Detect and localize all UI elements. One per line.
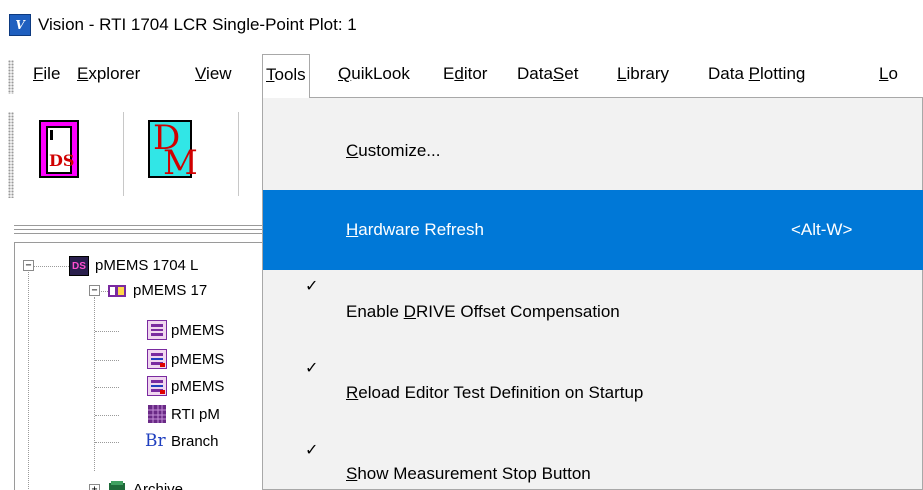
menu-editor[interactable]: Editor	[443, 64, 487, 84]
vision-app-icon[interactable]: V	[9, 14, 31, 36]
menu-item-hardware-refresh[interactable]: Hardware Refresh <Alt-W>	[263, 190, 923, 270]
measure-task-icon	[147, 320, 167, 340]
tree-item-label[interactable]: Branch	[171, 433, 219, 450]
hardware-refresh-shortcut: <Alt-W>	[791, 220, 853, 239]
tree-expand-toggle[interactable]: +	[89, 484, 100, 490]
checkmark-icon: ✓	[305, 278, 319, 295]
menu-explorer[interactable]: Explorer	[77, 64, 140, 84]
menu-tools[interactable]: Tools	[262, 54, 310, 98]
data-manager-button-icon[interactable]: D M	[148, 120, 198, 180]
title-bar[interactable]: V Vision - RTI 1704 LCR Single-Point Plo…	[0, 0, 923, 48]
tree-item-label[interactable]: pMEMS	[171, 322, 224, 339]
tree-item-label[interactable]: pMEMS 1704 L	[95, 257, 198, 274]
tree-item-label[interactable]: pMEMS 17	[133, 282, 207, 299]
tree-guide-line	[95, 387, 119, 388]
tree-guide-line	[94, 297, 95, 471]
dm-icon-bottom-letter: M	[163, 143, 198, 183]
menu-dataset[interactable]: DataSet	[517, 64, 578, 84]
ds-icon-label: DS	[49, 151, 75, 170]
tree-collapse-toggle[interactable]: −	[23, 260, 34, 271]
menu-view[interactable]: View	[195, 64, 232, 84]
tools-dropdown-menu: Customize... Hardware Refresh <Alt-W> ✓ …	[262, 97, 923, 490]
measure-task-icon	[147, 349, 167, 369]
toolbar: DS D M	[0, 98, 270, 210]
measure-task-icon	[147, 376, 167, 396]
tree-guide-line	[95, 415, 119, 416]
menu-item-customize[interactable]: Customize...	[263, 114, 923, 186]
dataset-button-icon[interactable]: DS	[39, 120, 79, 178]
checkmark-icon: ✓	[305, 360, 319, 377]
menu-item-show-stop-button[interactable]: ✓ Show Measurement Stop Button	[263, 432, 923, 490]
menu-log[interactable]: Lo	[879, 64, 898, 84]
tree-item-label[interactable]: Archive	[133, 481, 183, 490]
menu-item-enable-drive-offset[interactable]: ✓ Enable DRIVE Offset Compensation	[263, 270, 923, 342]
toolbar-grip[interactable]	[8, 112, 14, 198]
window-title: Vision - RTI 1704 LCR Single-Point Plot:…	[38, 15, 357, 34]
menu-library[interactable]: Library	[617, 64, 669, 84]
menu-data-plotting[interactable]: Data Plotting	[708, 64, 805, 84]
pane-splitter[interactable]	[0, 222, 270, 236]
menu-file[interactable]: File	[33, 64, 60, 84]
tree-item-label[interactable]: RTI pM	[171, 406, 220, 423]
tree-guide-line	[95, 360, 119, 361]
tree-collapse-toggle[interactable]: −	[89, 285, 100, 296]
explorer-tree[interactable]: − DS pMEMS 1704 L − pMEMS 17 pMEMS pMEMS…	[14, 242, 266, 490]
tree-item-label[interactable]: pMEMS	[171, 378, 224, 395]
menu-bar: File Explorer View Tools QuikLook Editor…	[0, 54, 923, 98]
menu-bar-grip[interactable]	[8, 60, 14, 94]
test-folder-icon	[107, 281, 127, 301]
tree-guide-line	[95, 331, 119, 332]
tree-item-label[interactable]: pMEMS	[171, 351, 224, 368]
dataset-icon: DS	[69, 256, 89, 276]
toolbar-separator	[123, 112, 125, 196]
menu-item-reload-editor[interactable]: ✓ Reload Editor Test Definition on Start…	[263, 350, 923, 422]
tree-guide-line	[33, 266, 69, 267]
plot-grid-icon	[147, 404, 167, 424]
archive-icon	[107, 479, 127, 490]
menu-quiklook[interactable]: QuikLook	[338, 64, 410, 84]
checkmark-icon: ✓	[305, 442, 319, 459]
branch-icon: Br	[145, 431, 166, 451]
toolbar-separator	[238, 112, 240, 196]
tree-guide-line	[95, 442, 119, 443]
tree-guide-line	[28, 267, 29, 490]
